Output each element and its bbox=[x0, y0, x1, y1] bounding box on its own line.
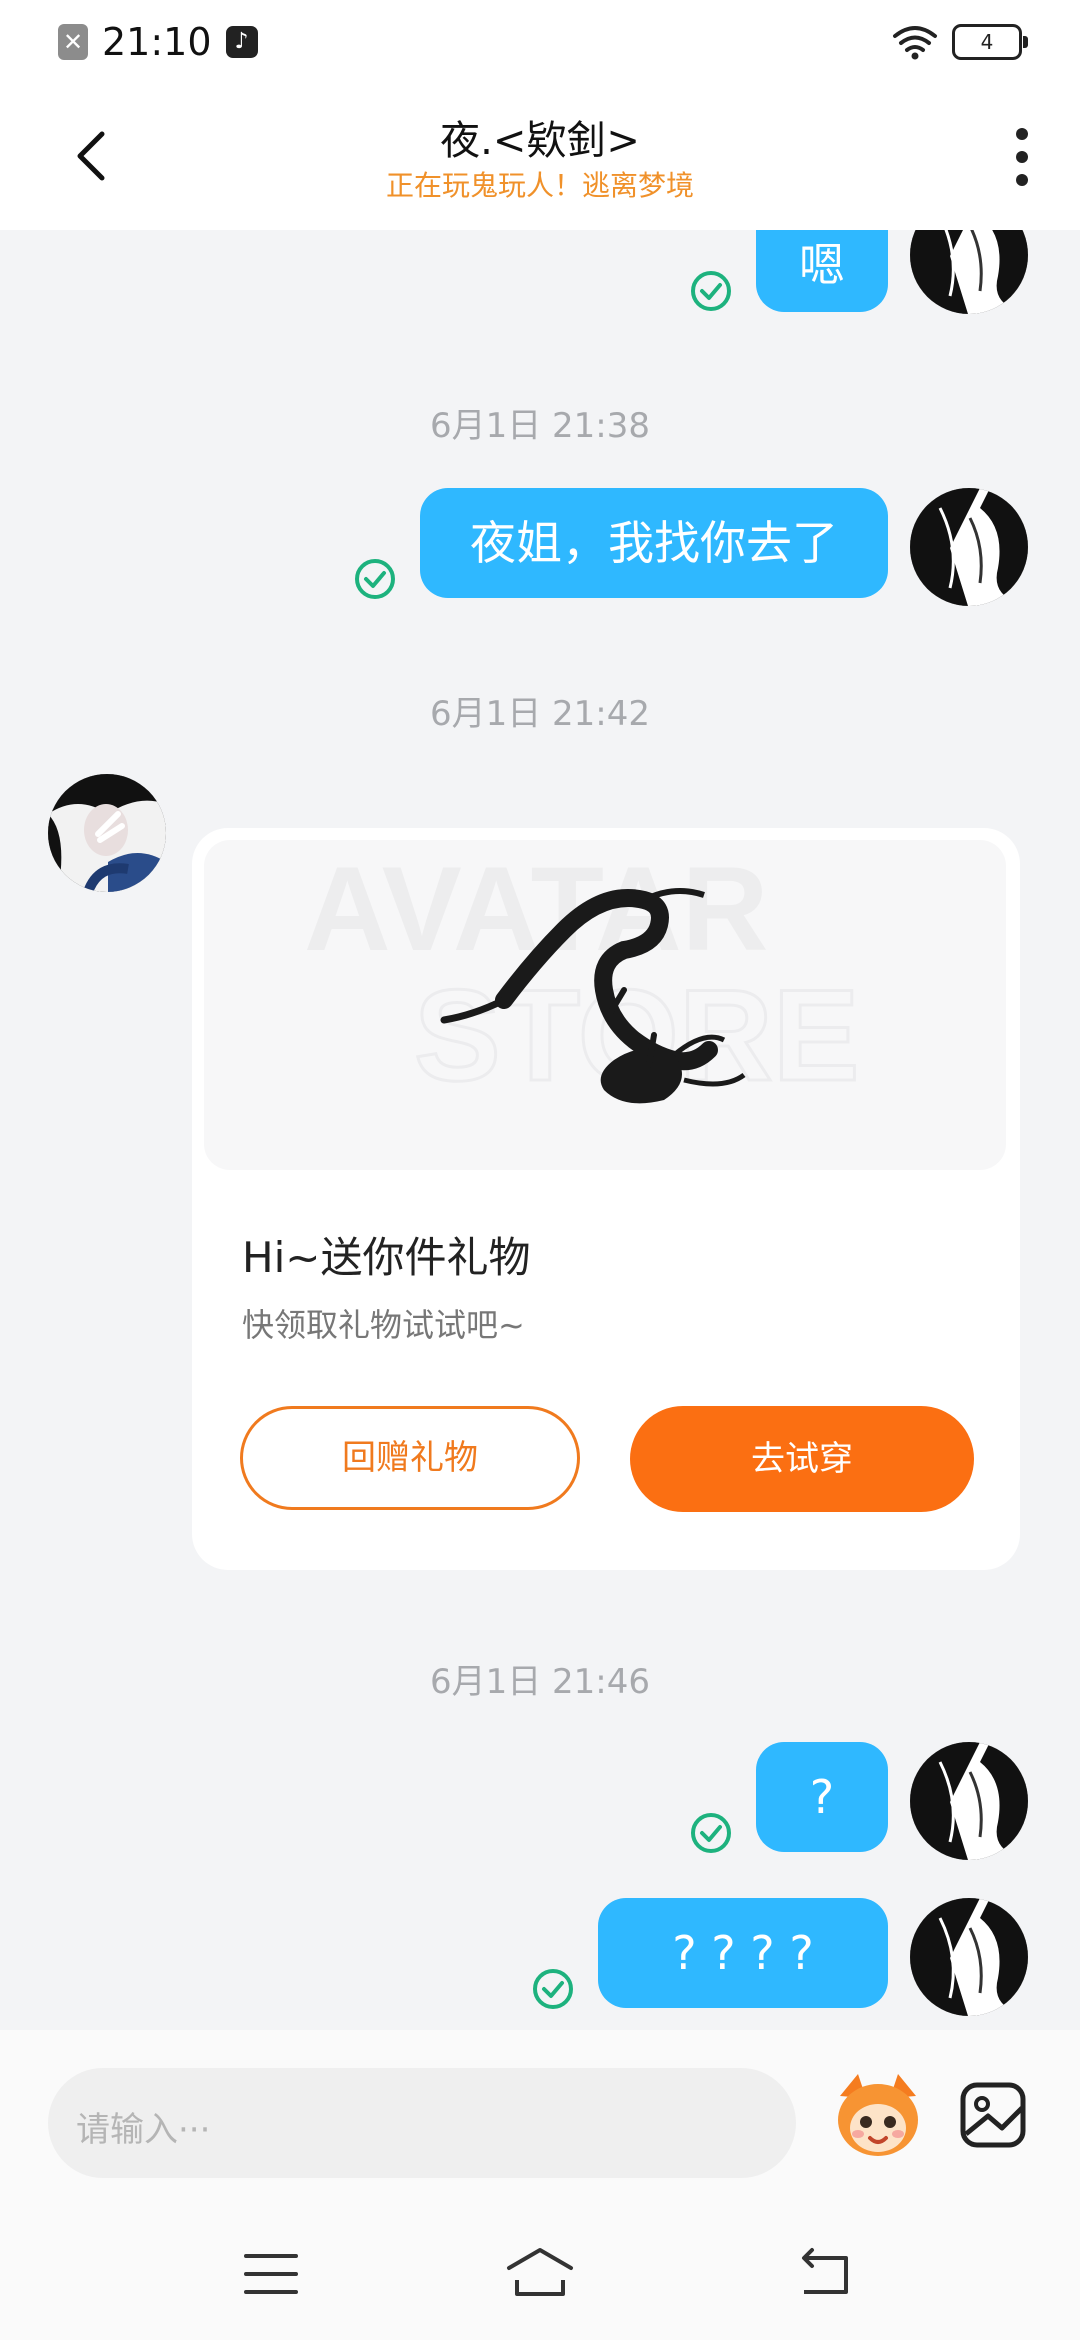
read-check-icon bbox=[533, 1969, 573, 2009]
input-placeholder: 请输入··· bbox=[76, 2110, 211, 2150]
contact-avatar[interactable] bbox=[48, 774, 166, 892]
gift-card-title: Hi~送你件礼物 bbox=[242, 1233, 531, 1282]
timestamp: 6月1日 21:42 bbox=[429, 694, 651, 734]
home-icon[interactable] bbox=[505, 2242, 575, 2306]
message-list[interactable]: 嗯 6月1日 21:38 夜姐，我找你去了 6月1日 21:42 AVATAR … bbox=[0, 230, 1080, 2030]
battery-icon: 4 bbox=[952, 24, 1028, 60]
more-options-icon[interactable] bbox=[1000, 126, 1044, 188]
gift-card-subtitle: 快领取礼物试试吧~ bbox=[242, 1306, 525, 1344]
message-text: ? bbox=[809, 1770, 835, 1824]
message-input[interactable]: 请输入··· bbox=[48, 2068, 796, 2178]
back-nav-icon[interactable] bbox=[790, 2242, 860, 2306]
status-time: 21:10 bbox=[102, 20, 212, 64]
my-avatar[interactable] bbox=[910, 230, 1028, 314]
sticker-mascot-icon[interactable] bbox=[830, 2066, 926, 2162]
return-gift-button[interactable]: 回赠礼物 bbox=[240, 1406, 580, 1510]
gift-card[interactable]: AVATAR STORE Hi~送你件礼物 快领取礼物试试吧~ 回赠礼物 去试穿 bbox=[192, 828, 1020, 1570]
my-avatar[interactable] bbox=[910, 1898, 1028, 2016]
notification-x-icon: ✕ bbox=[58, 24, 88, 60]
system-nav-bar bbox=[0, 2210, 1080, 2340]
gift-image: AVATAR STORE bbox=[204, 840, 1006, 1170]
read-check-icon bbox=[691, 1813, 731, 1853]
status-bar: ✕ 21:10 ♪ 4 bbox=[0, 0, 1080, 84]
message-bubble-sent[interactable]: 嗯 bbox=[756, 230, 888, 312]
message-text: 夜姐，我找你去了 bbox=[470, 516, 838, 570]
message-bubble-sent[interactable]: ? ? ? ? bbox=[598, 1898, 888, 2008]
chat-header: 夜.<欵釗> 正在玩鬼玩人！逃离梦境 bbox=[0, 84, 1080, 230]
read-check-icon bbox=[355, 559, 395, 599]
message-bubble-sent[interactable]: ? bbox=[756, 1742, 888, 1852]
my-avatar[interactable] bbox=[910, 1742, 1028, 1860]
message-text: ? ? ? ? bbox=[672, 1926, 814, 1980]
contact-name: 夜.<欵釗> bbox=[440, 118, 640, 164]
dragon-image: AVATAR STORE bbox=[304, 842, 861, 1110]
read-check-icon bbox=[691, 271, 731, 311]
battery-level: 4 bbox=[980, 30, 994, 54]
timestamp: 6月1日 21:38 bbox=[429, 406, 651, 446]
timestamp: 6月1日 21:46 bbox=[429, 1662, 651, 1702]
my-avatar[interactable] bbox=[910, 488, 1028, 606]
message-bubble-sent[interactable]: 夜姐，我找你去了 bbox=[420, 488, 888, 598]
tiktok-icon: ♪ bbox=[225, 26, 258, 58]
try-on-button[interactable]: 去试穿 bbox=[630, 1406, 974, 1512]
contact-status[interactable]: 正在玩鬼玩人！逃离梦境 bbox=[0, 164, 1080, 204]
message-text: 嗯 bbox=[799, 238, 845, 292]
menu-icon[interactable] bbox=[236, 2242, 306, 2306]
image-picker-icon[interactable] bbox=[958, 2080, 1028, 2150]
input-bar: 请输入··· bbox=[0, 2030, 1080, 2210]
wifi-icon bbox=[893, 26, 937, 60]
